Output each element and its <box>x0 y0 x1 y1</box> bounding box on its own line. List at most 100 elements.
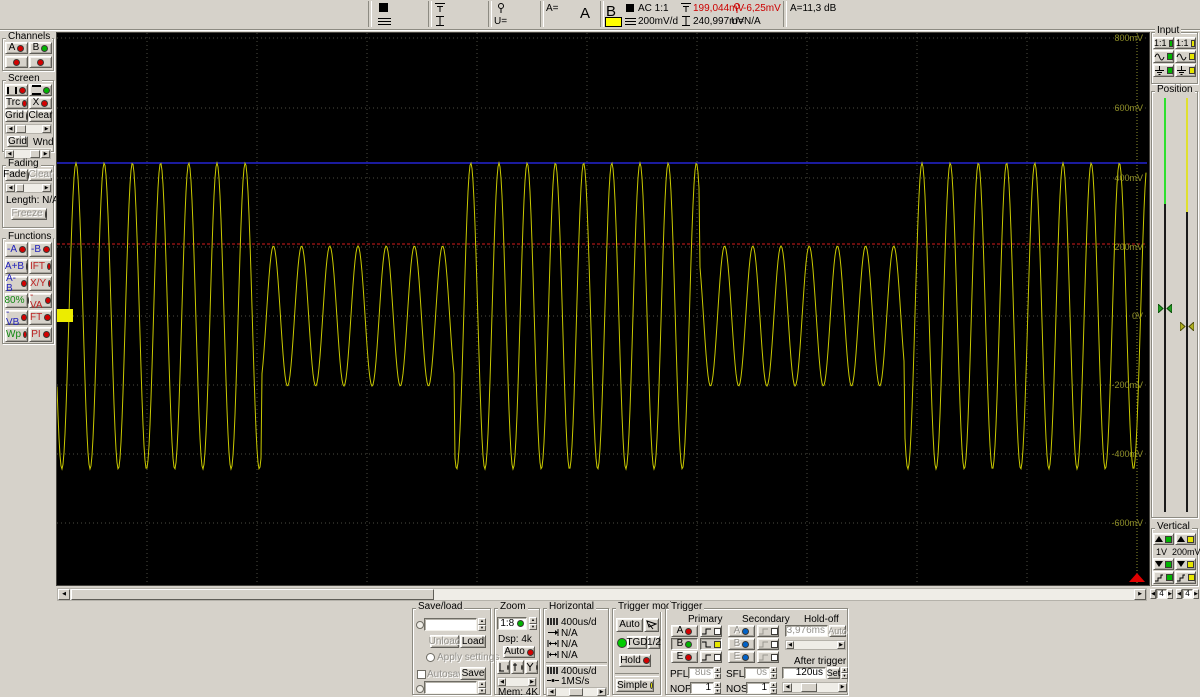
scroll-left-button[interactable]: ◀ <box>498 678 506 686</box>
sfl-input[interactable]: 0s <box>744 667 770 679</box>
function-button-FT[interactable]: FT <box>29 310 52 325</box>
primary-e-button[interactable]: E <box>671 651 698 663</box>
scope-display[interactable]: 800mV600mV400mV200mV0V-200mV-400mV-600mV <box>57 33 1147 583</box>
probe-ratio-b-button[interactable]: 1:1 <box>1175 37 1196 49</box>
secondary-a-edge-button[interactable] <box>757 625 779 637</box>
coupling-gnd-b-button[interactable] <box>1175 64 1196 77</box>
scroll-right-button[interactable]: ▶ <box>41 150 50 158</box>
autosave-checkbox[interactable] <box>417 670 426 679</box>
after-trigger-spinner[interactable]: ▲▼ <box>841 667 848 679</box>
after-trigger-scrollbar[interactable]: ◀ ▶ <box>782 682 848 693</box>
scroll-left-button[interactable]: ◀ <box>786 641 794 649</box>
function-button-X/Y[interactable]: X/Y <box>29 276 52 291</box>
scroll-right-button[interactable]: ▶ <box>838 683 847 692</box>
position-slider-b-handle[interactable] <box>1180 322 1194 331</box>
channel-a2-button[interactable] <box>5 56 28 68</box>
channel-a-button[interactable]: A <box>5 42 28 54</box>
vertical-spinner-b[interactable]: ◀ 4 ▶ <box>1176 589 1199 599</box>
nos-input[interactable]: 1 <box>746 682 770 694</box>
zoom-cursor1-button[interactable] <box>497 660 510 674</box>
scroll-right-button[interactable]: ▶ <box>528 678 536 686</box>
range-up-a-button[interactable] <box>1153 533 1174 545</box>
scroll-right-button[interactable]: ▶ <box>837 641 845 649</box>
scroll-left-button[interactable]: ◀ <box>783 683 792 692</box>
zoom-ratio-spinner[interactable]: ▲▼ <box>529 617 537 630</box>
load-file-spinner[interactable]: ▲▼ <box>478 618 486 631</box>
holdoff-input[interactable]: 3,976ms <box>785 625 828 637</box>
grid-intensity-scrollbar[interactable]: ◀ ▶ <box>5 124 52 134</box>
secondary-a-button[interactable]: A <box>728 625 755 637</box>
zoom-ratio-input[interactable]: 1:8 <box>497 617 527 630</box>
range-up-b-button[interactable] <box>1175 533 1196 545</box>
scroll-left-button[interactable]: ◀ <box>6 184 15 192</box>
nos-spinner[interactable]: ▲▼ <box>770 682 777 694</box>
secondary-e-button[interactable]: E <box>728 651 755 663</box>
vertical-spinner-a[interactable]: ◀ 4 ▶ <box>1150 589 1173 599</box>
scroll-left-button[interactable]: ◀ <box>5 150 14 158</box>
zoom-scrollbar[interactable]: ◀ ▶ <box>497 677 537 687</box>
coupling-ac-a-button[interactable] <box>1153 50 1174 63</box>
primary-b-edge-button[interactable] <box>700 638 722 650</box>
tgd-button[interactable]: TGD <box>627 636 647 649</box>
fine-shift-a-button[interactable] <box>1153 571 1174 584</box>
pause-button[interactable] <box>5 84 28 96</box>
secondary-b-button[interactable]: B <box>728 638 755 650</box>
nop-spinner[interactable]: ▲▼ <box>714 682 721 694</box>
primary-a-button[interactable]: A <box>671 625 698 637</box>
secondary-e-edge-button[interactable] <box>757 651 779 663</box>
nop-input[interactable]: 1 <box>690 682 714 694</box>
function-button-80%[interactable]: 80% <box>5 293 28 308</box>
hold-button[interactable]: Hold <box>619 654 651 667</box>
holdoff-scrollbar[interactable]: ◀ ▶ <box>785 640 846 650</box>
trigger-flag-button[interactable] <box>644 618 659 632</box>
channel-b-button[interactable]: B <box>29 42 52 54</box>
horizontal-scrollbar[interactable]: ◀ ▶ <box>546 687 607 697</box>
position-slider-b[interactable] <box>1180 98 1194 512</box>
coupling-ac-b-button[interactable] <box>1175 50 1196 63</box>
spin-right-button[interactable]: ▶ <box>1167 589 1173 599</box>
position-slider-a[interactable] <box>1158 98 1172 512</box>
zoom-auto-button[interactable]: Auto <box>503 646 535 658</box>
save-file-spinner[interactable]: ▲▼ <box>478 681 486 694</box>
scroll-right-button[interactable]: ▶ <box>597 688 606 696</box>
zoom-cursor2-button[interactable] <box>511 660 524 674</box>
secondary-b-edge-button[interactable] <box>757 638 779 650</box>
scroll-left-button[interactable]: ◀ <box>547 688 556 696</box>
primary-b-button[interactable]: B <box>671 638 698 650</box>
trigger-auto-button[interactable]: Auto <box>616 618 643 632</box>
holdoff-auto-button[interactable]: Auto <box>829 625 846 637</box>
fine-shift-b-button[interactable] <box>1175 571 1196 584</box>
after-trigger-input[interactable]: 120us <box>782 667 826 679</box>
scope-hscrollbar[interactable]: ◀ ▶ <box>57 588 1147 601</box>
trace-button[interactable]: Trc <box>5 97 28 109</box>
scroll-left-button[interactable]: ◀ <box>58 589 70 600</box>
primary-a-edge-button[interactable] <box>700 625 722 637</box>
pfl-input[interactable]: 8us <box>688 667 714 679</box>
range-down-a-button[interactable] <box>1153 558 1174 570</box>
scroll-right-button[interactable]: ▶ <box>42 125 51 133</box>
function-button--B[interactable]: -B <box>29 242 52 257</box>
load-button[interactable]: Load <box>460 635 486 648</box>
function-button-IFT[interactable]: IFT <box>29 259 52 274</box>
function-button--A[interactable]: -A <box>5 242 28 257</box>
save-button[interactable]: Save <box>460 667 486 680</box>
grid-mode-button[interactable]: Grid <box>7 136 28 147</box>
apply-settings-radio[interactable] <box>426 653 435 662</box>
spin-right-button[interactable]: ▶ <box>1193 589 1199 599</box>
half-button[interactable]: 1/2 <box>648 636 660 649</box>
function-button-PI[interactable]: PI <box>29 327 52 342</box>
function-button-Wp[interactable]: Wp <box>5 327 28 342</box>
function-button--VB[interactable]: -VB <box>5 310 28 325</box>
load-file-input[interactable] <box>424 618 477 631</box>
simple-button[interactable]: Simple <box>616 679 654 692</box>
pfl-spinner[interactable]: ▲▼ <box>714 667 721 679</box>
clear-button[interactable]: Clear <box>29 110 52 122</box>
save-file-input[interactable] <box>424 681 477 694</box>
after-trigger-set-button[interactable]: Set <box>827 667 840 679</box>
zoom-cursor3-button[interactable] <box>525 660 538 674</box>
fade-clear-button[interactable]: Clear <box>29 169 52 181</box>
grid-button[interactable]: Grid <box>5 110 28 122</box>
sfl-spinner[interactable]: ▲▼ <box>770 667 777 679</box>
function-button--VA[interactable]: -VA <box>29 293 52 308</box>
freeze-button[interactable]: Freeze <box>11 208 47 220</box>
